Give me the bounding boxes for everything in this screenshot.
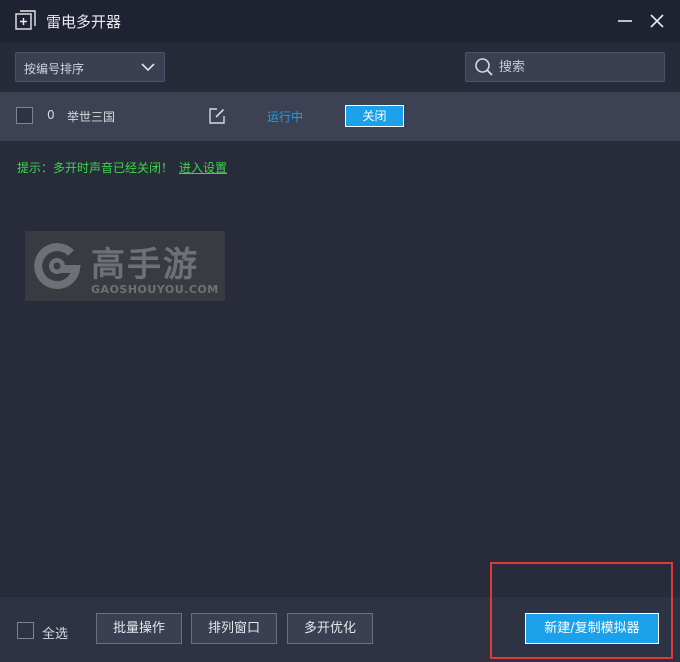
emulator-row-checkbox[interactable]	[16, 107, 33, 124]
gaoshouyou-logo-icon	[34, 243, 81, 290]
edit-icon[interactable]	[208, 107, 226, 125]
minimize-icon[interactable]	[614, 10, 636, 32]
sound-hint-text: 提示：多开时声音已经关闭！	[17, 161, 174, 175]
watermark-logo: 高手游 GAOSHOUYOU.COM	[25, 231, 225, 301]
search-input[interactable]	[499, 56, 654, 78]
multi-optimize-button[interactable]: 多开优化	[287, 613, 373, 644]
sort-dropdown[interactable]: 按编号排序	[15, 52, 165, 82]
watermark-title: 高手游	[91, 245, 199, 285]
search-box	[465, 52, 665, 82]
multi-instance-manager-window: 雷电多开器 按编号排序 0 举世三国 运行中	[0, 0, 680, 662]
chevron-down-icon	[141, 63, 155, 72]
close-icon[interactable]	[646, 10, 668, 32]
sort-dropdown-value: 按编号排序	[24, 62, 85, 76]
settings-link[interactable]: 进入设置	[179, 159, 227, 176]
arrange-windows-button[interactable]: 排列窗口	[191, 613, 277, 644]
toolbar: 按编号排序	[0, 42, 680, 92]
add-window-icon	[15, 10, 36, 30]
footer-bar: 全选 批量操作 排列窗口 多开优化 新建/复制模拟器	[0, 597, 680, 662]
new-copy-emulator-button[interactable]: 新建/复制模拟器	[525, 613, 659, 644]
select-all-label: 全选	[42, 627, 69, 642]
search-icon[interactable]	[474, 57, 494, 77]
watermark-subtitle: GAOSHOUYOU.COM	[91, 283, 219, 296]
emulator-status: 运行中	[267, 110, 304, 124]
window-title: 雷电多开器	[46, 13, 122, 31]
close-emulator-button[interactable]: 关闭	[345, 105, 404, 127]
emulator-index: 0	[47, 108, 55, 122]
select-all-checkbox[interactable]	[17, 622, 34, 639]
title-bar: 雷电多开器	[0, 0, 680, 42]
batch-operation-button[interactable]: 批量操作	[96, 613, 182, 644]
emulator-row: 0 举世三国 运行中 关闭	[0, 92, 680, 141]
emulator-name: 举世三国	[67, 110, 116, 124]
